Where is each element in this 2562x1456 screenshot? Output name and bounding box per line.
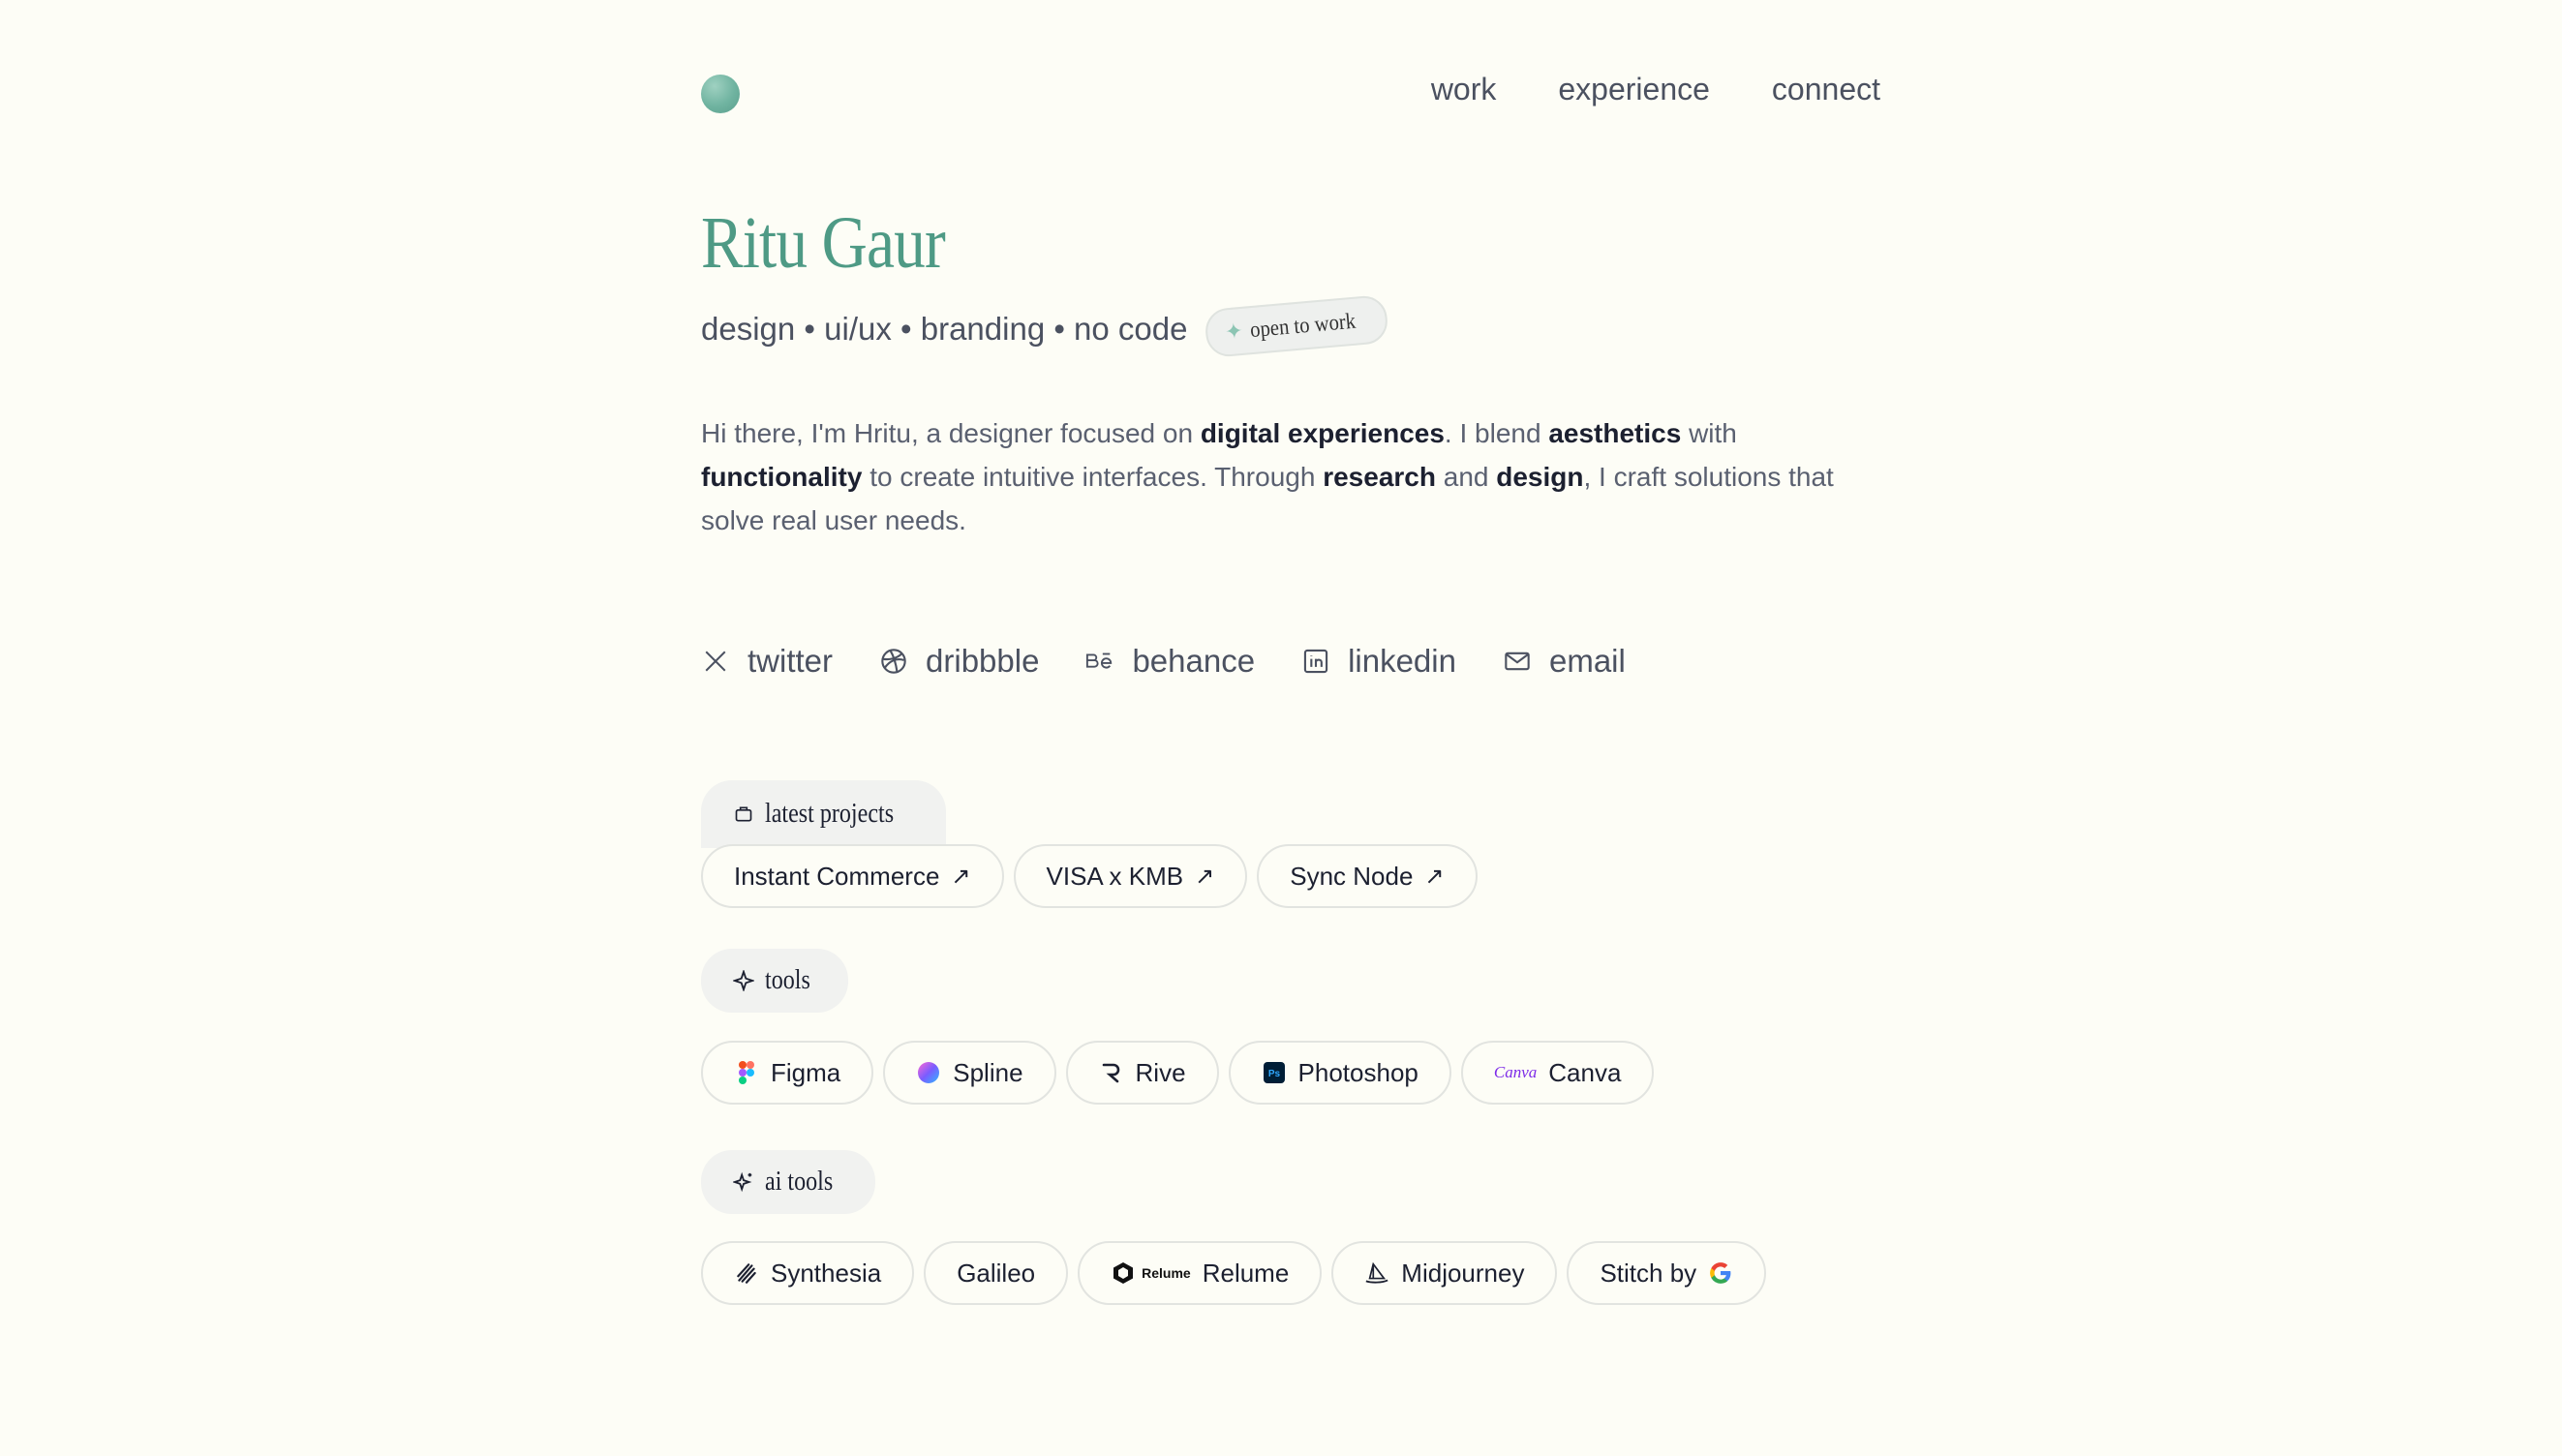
social-linkedin[interactable]: linkedin [1301, 643, 1456, 680]
logo-dot[interactable] [701, 75, 740, 113]
tool-label: Midjourney [1401, 1258, 1525, 1288]
tools-list: Figma Spline Rive Ps Photoshop Canva Can… [701, 1041, 1655, 1105]
sparkle-icon [732, 969, 755, 992]
badge-label: open to work [1248, 308, 1357, 343]
bio-text: . I blend [1444, 418, 1549, 448]
nav-work[interactable]: work [1431, 72, 1497, 107]
arrow-up-right-icon: ↗ [1424, 863, 1445, 890]
synthesia-icon [734, 1260, 759, 1286]
social-behance[interactable]: behance [1085, 643, 1255, 680]
tool-relume[interactable]: Relume Relume [1078, 1241, 1323, 1305]
tool-midjourney[interactable]: Midjourney [1331, 1241, 1558, 1305]
social-email[interactable]: email [1503, 643, 1626, 680]
google-icon [1708, 1260, 1733, 1286]
social-label: email [1548, 643, 1626, 679]
tool-label: Rive [1135, 1057, 1186, 1087]
project-list: Instant Commerce ↗ VISA x KMB ↗ Sync Nod… [701, 844, 1478, 908]
tools-header: tools [701, 949, 849, 1013]
project-visa-kmb[interactable]: VISA x KMB ↗ [1013, 844, 1248, 908]
ai-sparkle-icon [732, 1170, 755, 1194]
tagline-row: design • ui/ux • branding • no code ✦ op… [701, 293, 1389, 359]
rive-icon [1099, 1060, 1124, 1085]
project-sync-node[interactable]: Sync Node ↗ [1257, 844, 1478, 908]
tool-label: Spline [953, 1057, 1023, 1087]
bio-text: with [1681, 418, 1737, 448]
top-nav: work experience connect [1431, 72, 1880, 107]
canva-logo: Canva [1493, 1063, 1538, 1081]
section-title: tools [765, 965, 810, 995]
project-label: Instant Commerce [734, 861, 940, 891]
project-instant-commerce[interactable]: Instant Commerce ↗ [701, 844, 1004, 908]
svg-text:Ps: Ps [1267, 1069, 1280, 1079]
bio-emphasis: research [1323, 462, 1436, 492]
tool-label: Photoshop [1297, 1057, 1418, 1087]
bio-emphasis: design [1496, 462, 1584, 492]
bio-text: and [1435, 462, 1497, 492]
bio-emphasis: digital experiences [1200, 418, 1445, 448]
dribbble-icon [879, 647, 908, 676]
nav-experience[interactable]: experience [1558, 72, 1710, 107]
tool-rive[interactable]: Rive [1065, 1041, 1219, 1105]
nav-connect[interactable]: connect [1772, 72, 1880, 107]
ai-tools-list: Synthesia Galileo Relume Relume Midjourn… [701, 1241, 1767, 1305]
section-title: ai tools [765, 1167, 834, 1197]
arrow-up-right-icon: ↗ [1195, 863, 1215, 890]
bio-text: to create intuitive interfaces. Through [862, 462, 1324, 492]
social-dribbble[interactable]: dribbble [879, 643, 1039, 680]
bio-emphasis: aesthetics [1548, 418, 1682, 448]
mail-icon [1503, 647, 1532, 676]
tagline: design • ui/ux • branding • no code [701, 311, 1188, 347]
bio-emphasis: functionality [701, 462, 863, 492]
tool-label: Figma [771, 1057, 841, 1087]
social-links: twitter dribbble behance linkedin email [701, 643, 1626, 680]
section-title: latest projects [765, 799, 895, 829]
relume-logo: Relume [1142, 1265, 1191, 1281]
bio-paragraph: Hi there, I'm Hritu, a designer focused … [701, 411, 1880, 542]
tool-spline[interactable]: Spline [883, 1041, 1056, 1105]
figma-icon [734, 1060, 759, 1085]
latest-projects-header: latest projects [701, 780, 946, 848]
behance-icon [1085, 647, 1114, 676]
tool-label: Galileo [957, 1258, 1036, 1288]
tool-label: Stitch by [1600, 1258, 1697, 1288]
tool-galileo[interactable]: Galileo [924, 1241, 1069, 1305]
relume-icon [1111, 1260, 1136, 1286]
photoshop-icon: Ps [1262, 1060, 1287, 1085]
tool-label: Canva [1548, 1057, 1622, 1087]
spline-icon [916, 1060, 941, 1085]
midjourney-icon [1364, 1260, 1389, 1286]
social-label: dribbble [926, 643, 1040, 679]
sparkle-icon: ✦ [1223, 318, 1244, 345]
tool-stitch[interactable]: Stitch by [1567, 1241, 1767, 1305]
project-label: Sync Node [1290, 861, 1414, 891]
x-icon [701, 647, 730, 676]
arrow-up-right-icon: ↗ [951, 863, 971, 890]
page-container: work experience connect Ritu Gaur design… [701, 0, 1880, 1456]
project-label: VISA x KMB [1046, 861, 1184, 891]
social-label: linkedin [1348, 643, 1456, 679]
tool-synthesia[interactable]: Synthesia [701, 1241, 915, 1305]
social-label: twitter [747, 643, 834, 679]
bio-text: Hi there, I'm Hritu, a designer focused … [701, 418, 1201, 448]
open-to-work-badge: ✦ open to work [1203, 293, 1389, 359]
social-twitter[interactable]: twitter [701, 643, 833, 680]
tool-photoshop[interactable]: Ps Photoshop [1228, 1041, 1451, 1105]
linkedin-icon [1301, 647, 1330, 676]
social-label: behance [1132, 643, 1256, 679]
ai-tools-header: ai tools [701, 1150, 875, 1214]
tool-figma[interactable]: Figma [701, 1041, 874, 1105]
briefcase-icon [732, 803, 755, 826]
tool-canva[interactable]: Canva Canva [1460, 1041, 1655, 1105]
tool-label: Synthesia [771, 1258, 882, 1288]
tool-label: Relume [1202, 1258, 1290, 1288]
page-title: Ritu Gaur [701, 202, 946, 284]
